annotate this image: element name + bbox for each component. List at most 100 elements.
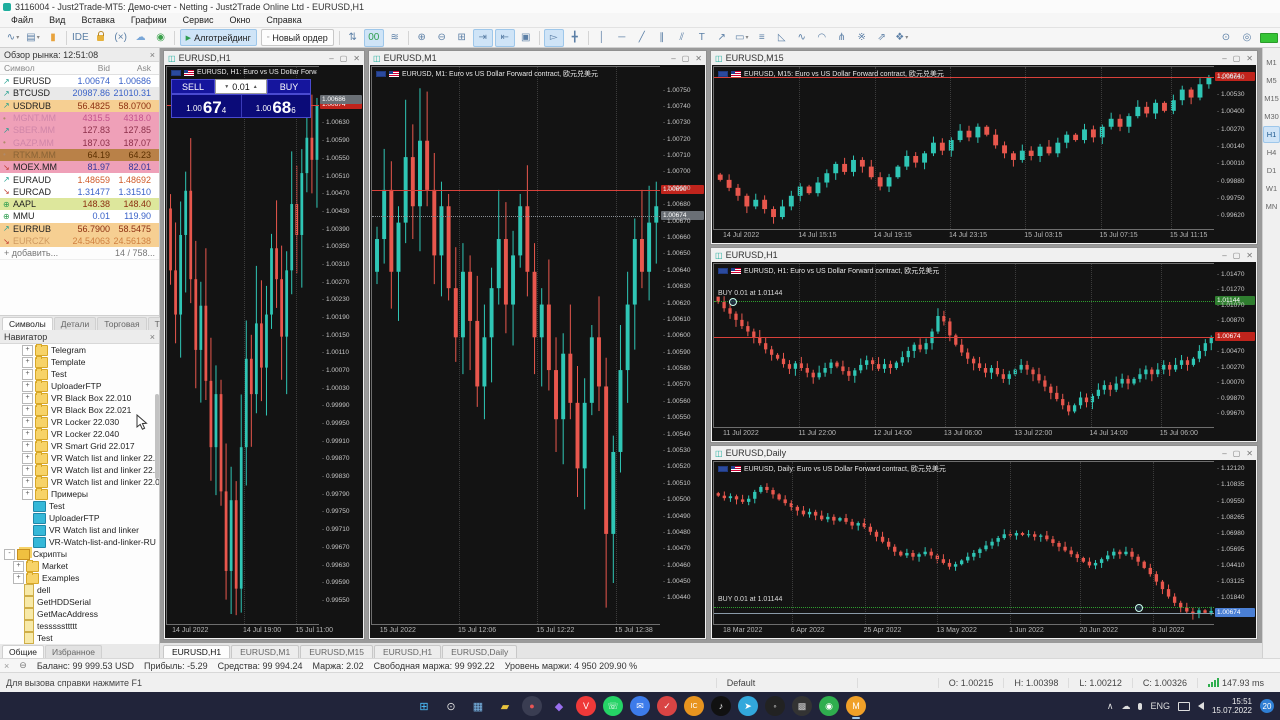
tree-item-GetHDDSerial[interactable]: GetHDDSerial (0, 596, 159, 609)
table-row-MOEX.MM[interactable]: ↘ MOEX.MM 81.97 82.01 (0, 161, 159, 174)
tree-expander[interactable]: + (22, 416, 33, 428)
one-click-trading[interactable]: 00 (363, 28, 384, 47)
table-row-GAZP.MM[interactable]: • GAZP.MM 187.03 187.07 (0, 136, 159, 149)
timeframe-M1[interactable]: M1 (1263, 54, 1280, 71)
menu-Вставка[interactable]: Вставка (74, 14, 121, 26)
chart-plot[interactable]: EURUSD, Daily: Euro vs US Dollar Forward… (713, 461, 1215, 625)
bar-chart[interactable]: ▮ (44, 30, 62, 46)
arrows-pack-tool[interactable]: ⇗ (873, 30, 891, 46)
shapes-tool[interactable]: ▭ ▾ (733, 30, 751, 46)
menu-Сервис[interactable]: Сервис (176, 14, 221, 26)
tree-expander[interactable]: + (22, 380, 33, 392)
timeframe-MN[interactable]: MN (1263, 198, 1280, 215)
taskbar-ic-markets[interactable]: IC (684, 696, 704, 716)
screenshot[interactable]: ▣ (517, 30, 535, 46)
tree-expander[interactable]: + (13, 572, 24, 584)
timeframe-D1[interactable]: D1 (1263, 162, 1280, 179)
table-row-BTCUSD[interactable]: ↗ BTCUSD 20987.86 21010.31 (0, 87, 159, 100)
menu-Графики[interactable]: Графики (124, 14, 174, 26)
close-icon[interactable]: × (4, 661, 9, 671)
lot-size-input[interactable]: ▼ 0.01 ▲ (215, 79, 267, 94)
chart-window-titlebar[interactable]: ◫ EURUSD,H1 – ▢ ✕ (711, 248, 1257, 262)
chart-window-titlebar[interactable]: ◫ EURUSD,M1 – ▢ ✕ (369, 51, 706, 65)
maximize-icon[interactable]: ▢ (1233, 54, 1241, 63)
close-icon[interactable]: ✕ (695, 54, 702, 63)
trendline-tool[interactable]: ╱ (633, 30, 651, 46)
tree-item-VR-Watch-list-and-linker-22-071[interactable]: + VR Watch list and linker 22.071 (0, 475, 159, 488)
tree-expander[interactable]: + (22, 452, 33, 464)
maximize-icon[interactable]: ▢ (1233, 449, 1241, 458)
vertical-line-tool[interactable]: │ (593, 30, 611, 46)
tree-item-Test[interactable]: Test (0, 632, 159, 645)
timeframe-M30[interactable]: M30 (1263, 108, 1280, 125)
tree-item-dell[interactable]: dell (0, 584, 159, 597)
equidistant-channel-tool[interactable]: ⫽ (673, 30, 691, 46)
taskbar-todoist[interactable]: ✓ (657, 696, 677, 716)
chart-mode-dropdown[interactable]: ▾ (16, 34, 19, 41)
chart-window-titlebar[interactable]: ◫ EURUSD,M15 – ▢ ✕ (711, 51, 1257, 65)
tray-chevron-icon[interactable]: ∧ (1107, 701, 1114, 712)
tree-item-tesssssttttt[interactable]: tesssssttttt (0, 620, 159, 633)
taskbar-search[interactable]: ⊙ (441, 696, 461, 716)
chart-style[interactable]: ▤ ▾ (24, 30, 42, 46)
tree-item--[interactable]: - Скрипты (0, 548, 159, 560)
taskbar-tiktok[interactable]: ♪ (711, 696, 731, 716)
timeframe-H4[interactable]: H4 (1263, 144, 1280, 161)
taskbar-obsidian[interactable]: ◆ (549, 696, 569, 716)
tree-item-VR-Smart-Grid-22-017[interactable]: + VR Smart Grid 22.017 (0, 439, 159, 452)
taskbar-pixel-app[interactable]: ▩ (792, 696, 812, 716)
minimize-icon[interactable]: – (1222, 449, 1226, 458)
clock[interactable]: 15:51 15.07.2022 (1212, 697, 1252, 715)
close-icon[interactable]: ✕ (1246, 449, 1253, 458)
chart-shift[interactable]: ⇥ (472, 28, 493, 47)
menu-Файл[interactable]: Файл (4, 14, 40, 26)
chart-window-EURUSD,H1[interactable]: ◫ EURUSD,H1 – ▢ ✕ EURUSD, H1: Euro vs US Doll… (710, 247, 1258, 443)
minimize-icon[interactable]: – (329, 54, 333, 63)
column-header-Bid[interactable]: Bid (62, 63, 110, 73)
taskbar-antivirus[interactable]: ◉ (819, 696, 839, 716)
tree-item-UploaderFTP[interactable]: + UploaderFTP (0, 379, 159, 392)
table-row-EURAUD[interactable]: ↗ EURAUD 1.48659 1.48692 (0, 173, 159, 186)
wave-tool[interactable]: ∿ (793, 30, 811, 46)
cycle-lines-tool[interactable]: ◠ (813, 30, 831, 46)
market-watch-add-row[interactable]: + добавить... 14 / 758... (0, 247, 159, 261)
table-row-SBER.MM[interactable]: ↗ SBER.MM 127.83 127.85 (0, 124, 159, 137)
chart-tab-EURUSD,Daily[interactable]: EURUSD,Daily (442, 645, 518, 658)
tree-item-Test[interactable]: Test (0, 500, 159, 512)
close-icon[interactable]: ✕ (1246, 54, 1253, 63)
chart-window-EURUSD,H1[interactable]: ◫ EURUSD,H1 – ▢ ✕ EURUSD, H1: Euro vs US Doll… (163, 50, 365, 640)
timeframe-W1[interactable]: W1 (1263, 180, 1280, 197)
taskbar-whatsapp[interactable]: ☏ (603, 696, 623, 716)
buy-price[interactable]: 1.00 68 6 (242, 95, 311, 117)
tab-Символы[interactable]: Символы (2, 317, 53, 331)
menu-Вид[interactable]: Вид (42, 14, 72, 26)
chart-window-titlebar[interactable]: ◫ EURUSD,H1 – ▢ ✕ (164, 51, 364, 65)
table-row-RTKM.MM[interactable]: • RTKM.MM 64.19 64.23 (0, 148, 159, 162)
minimize-icon[interactable]: – (1222, 251, 1226, 260)
tree-item-Test[interactable]: + Test (0, 367, 159, 380)
chart-tab-EURUSD,H1[interactable]: EURUSD,H1 (373, 645, 442, 658)
timeframe-M15[interactable]: M15 (1263, 90, 1280, 107)
crosshair-tool[interactable]: ╋ (566, 30, 584, 46)
chart-tab-EURUSD,M1[interactable]: EURUSD,M1 (231, 645, 300, 658)
close-icon[interactable]: ✕ (1246, 251, 1253, 260)
buy-button[interactable]: BUY (267, 79, 311, 94)
gann-tool[interactable]: ◺ (773, 30, 791, 46)
tree-expander[interactable]: + (22, 404, 33, 416)
chart-plot[interactable]: EURUSD, M1: Euro vs US Dollar Forward co… (371, 66, 661, 625)
tree-item-Template[interactable]: + Template (0, 355, 159, 368)
taskbar-file-explorer[interactable]: ▰ (495, 696, 515, 716)
close-icon[interactable]: × (150, 332, 155, 342)
tree-item-GetMacAddress[interactable]: GetMacAddress (0, 608, 159, 621)
tree-item-VR-Watch-list-and-linker[interactable]: VR Watch list and linker (0, 524, 159, 536)
table-row-AAPL[interactable]: ⊕ AAPL 148.38 148.40 (0, 197, 159, 211)
tree-expander[interactable]: + (22, 464, 33, 476)
table-row-EURRUB[interactable]: ↗ EURRUB 56.7900 58.5475 (0, 222, 159, 235)
timeframe-H1[interactable]: H1 (1263, 126, 1280, 143)
taskbar-messenger[interactable]: ✉ (630, 696, 650, 716)
tab-Общие[interactable]: Общие (2, 645, 44, 659)
metaeditor-ide[interactable]: IDE (71, 30, 90, 46)
network-icon[interactable] (1177, 701, 1190, 711)
tree-expander[interactable]: + (22, 368, 33, 380)
community-icon[interactable]: ◉ (152, 30, 170, 46)
